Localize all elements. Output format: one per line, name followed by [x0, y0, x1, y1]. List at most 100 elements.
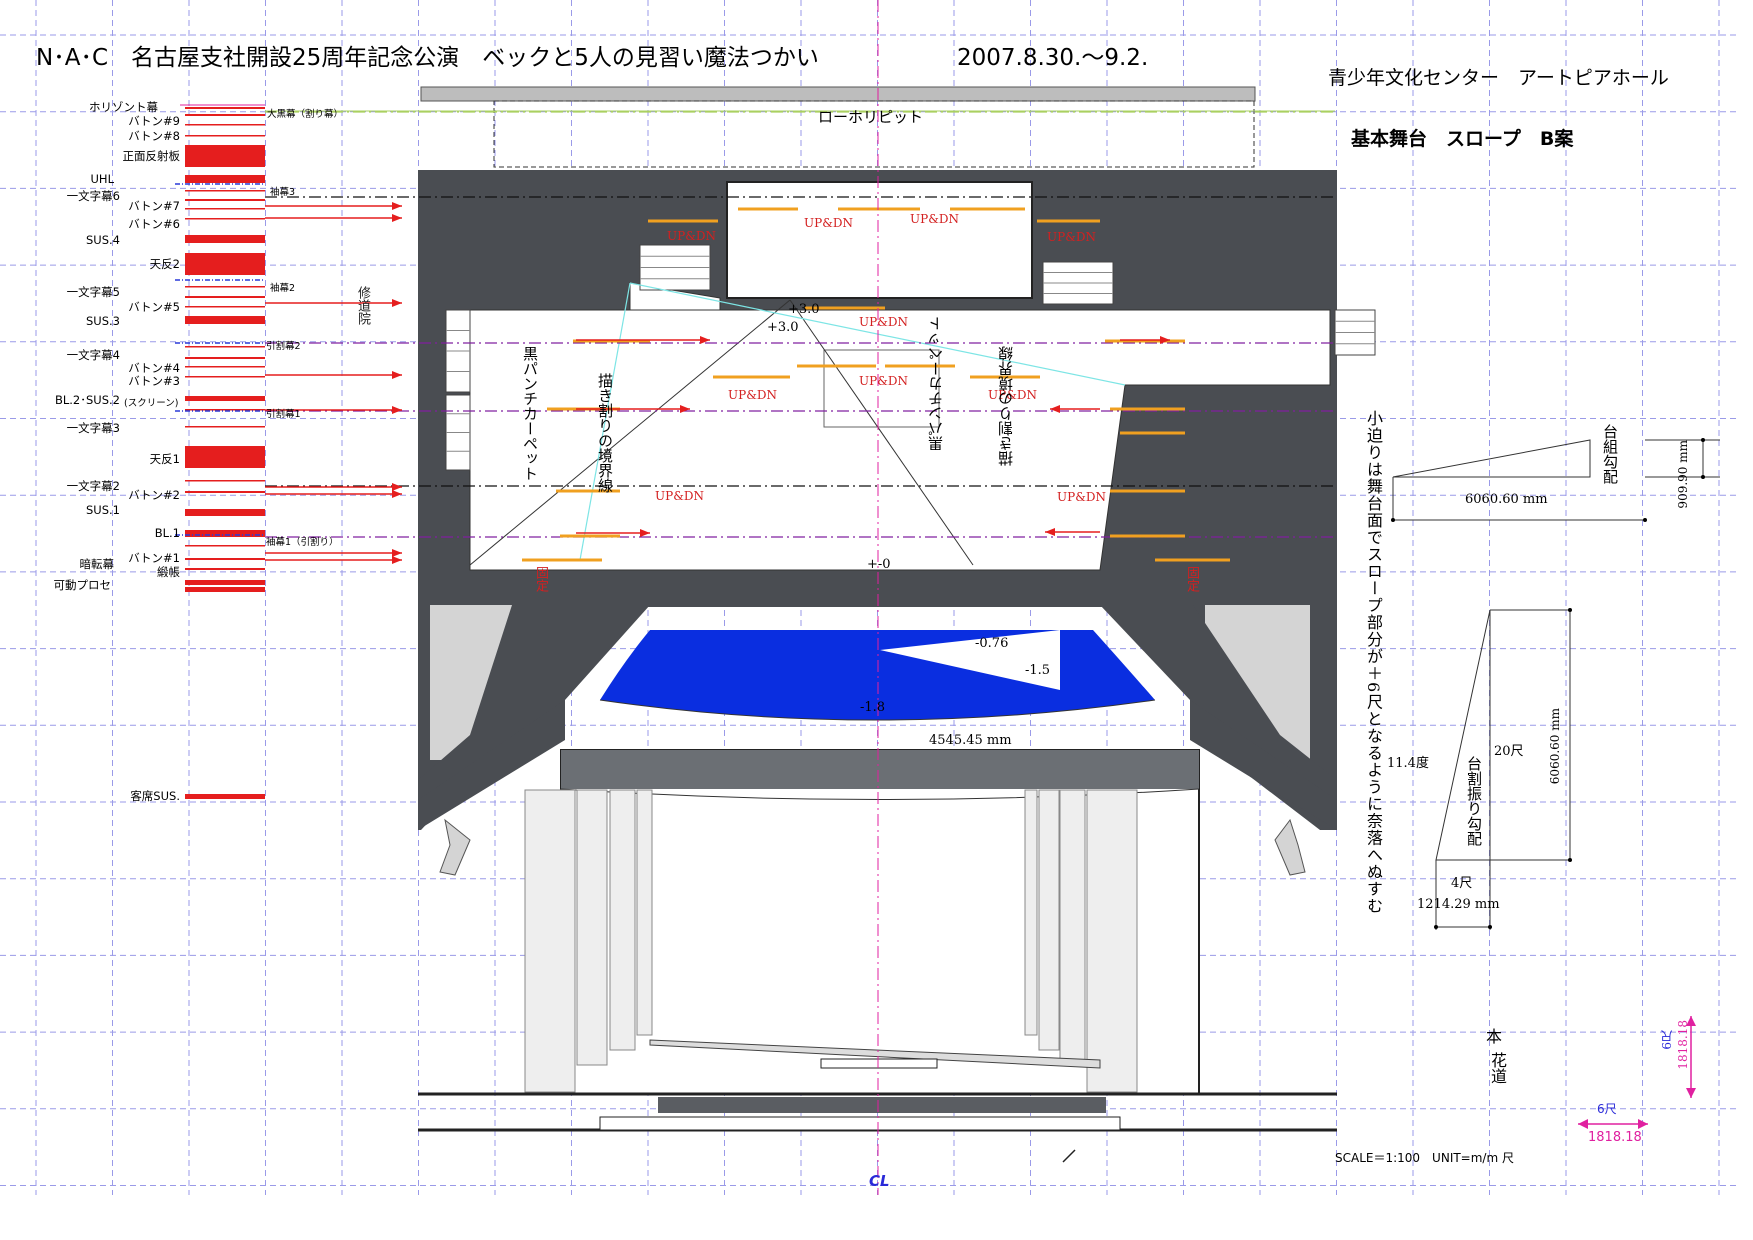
curtain-panel	[609, 789, 636, 1051]
red-arrow-head	[392, 299, 402, 307]
step-group	[1334, 309, 1376, 356]
fixed-left: 固定	[533, 566, 548, 592]
rig-bar	[185, 235, 265, 243]
curtain-panel	[524, 789, 576, 1093]
shaku20-label: 20尺	[1494, 744, 1524, 759]
rig-b6: バトン#6	[128, 217, 180, 231]
rig-b9-note: 大黒幕（割り幕）	[267, 109, 344, 120]
rig-b2: バトン#2	[128, 488, 180, 502]
black-carpet-left: 黒パンチカーペット	[521, 346, 539, 481]
scale-h-shaku: 6尺	[1597, 1102, 1617, 1116]
rig-tenhan2: 天反2	[149, 257, 180, 271]
updn-6: UP&DN	[728, 388, 777, 402]
rig-bar	[185, 545, 265, 547]
rig-sus3: SUS.3	[86, 314, 120, 328]
updn-9: UP&DN	[655, 489, 704, 503]
updn-5: UP&DN	[859, 315, 908, 329]
rear-wall	[420, 86, 1256, 102]
rig-bar	[185, 107, 265, 109]
shaku4-label: 4尺	[1451, 876, 1473, 891]
minus15: -1.5	[1025, 663, 1051, 678]
rig-sode2: 袖幕2	[270, 283, 296, 294]
rig-bar	[185, 175, 265, 183]
fixed-right: 固定	[1184, 566, 1199, 592]
zero-level: +-0	[867, 557, 891, 572]
updn-4: UP&DN	[1047, 230, 1096, 244]
plus3-b: +3.0	[767, 320, 799, 335]
paint-border-left: 描き割りの境界線	[596, 373, 614, 493]
rig-bar	[185, 316, 265, 324]
daigumi-diagram	[1391, 438, 1720, 522]
curtain-panel	[1024, 789, 1038, 1036]
minus076: -0.76	[975, 636, 1009, 651]
rig-bar	[185, 366, 265, 368]
right-foot	[1274, 818, 1306, 876]
rig-bl2: BL.2･SUS.2	[54, 393, 120, 407]
rig-ichi3: 一文字幕3	[66, 421, 120, 435]
bottom-band	[658, 1097, 1106, 1113]
red-arrow-head	[392, 490, 402, 498]
rig-kyaku: 客席SUS.	[130, 789, 180, 803]
rig-hikiwari2: 引割幕2	[266, 341, 301, 352]
rig-bar	[185, 580, 265, 585]
apron-width: 4545.45 mm	[929, 733, 1012, 748]
rig-bar	[185, 509, 265, 516]
black-carpet-right: 黒パンチカーペット	[927, 316, 945, 451]
plan-name: 基本舞台 スロープ B案	[1351, 128, 1574, 150]
rig-bar	[185, 480, 265, 482]
rig-bar	[185, 376, 265, 378]
scale-h-mm: 1818.18	[1588, 1130, 1642, 1145]
step-group	[445, 309, 471, 393]
rig-bar	[185, 568, 265, 570]
daigumi-height: 909.90 mm	[1676, 440, 1690, 509]
rig-b9: バトン#9	[128, 114, 180, 128]
rig-bar	[185, 135, 265, 137]
rig-bar	[185, 253, 265, 275]
red-arrow-head	[392, 483, 402, 491]
daiwari-short: 1214.29 mm	[1417, 897, 1500, 912]
centerline-label: CL	[869, 1172, 890, 1190]
rig-bar	[185, 145, 265, 167]
rig-bar	[185, 396, 265, 401]
rig-uhl: UHL	[90, 172, 114, 186]
rig-bar	[185, 190, 265, 192]
rig-bar	[185, 286, 265, 288]
rig-bar	[185, 306, 265, 308]
updn-2: UP&DN	[804, 216, 853, 230]
small-step	[820, 1058, 938, 1069]
bottom-step	[599, 1116, 1121, 1131]
rig-ichi4: 一文字幕4	[66, 348, 120, 362]
rig-prose: 可動プロセ	[53, 578, 112, 592]
red-arrow-head	[392, 202, 402, 210]
step-group	[445, 394, 471, 471]
curtain-panel	[576, 789, 608, 1066]
updn-3: UP&DN	[910, 212, 959, 226]
left-foot	[439, 818, 471, 876]
rig-hikiwari1: 引割幕1	[266, 409, 301, 420]
rig-ichi5: 一文字幕5	[66, 285, 120, 299]
curtain-panel	[636, 789, 653, 1036]
slope-note: 小迫りは舞台面でスロープ部分が＋6尺となるように奈落へぬすむ	[1364, 410, 1383, 915]
drawing-date: 2007.8.30.〜9.2.	[957, 45, 1149, 71]
rig-bl1: BL.1	[154, 526, 180, 540]
updn-10: UP&DN	[1057, 490, 1106, 504]
hon-label: 本	[1486, 1027, 1503, 1046]
rig-sus4: SUS.4	[86, 233, 120, 247]
rig-bar	[185, 114, 265, 116]
scale-v-mm: 1818.18	[1676, 1020, 1690, 1070]
daiwari-length: 6060.60 mm	[1548, 708, 1562, 785]
rig-b7: バトン#7	[128, 199, 180, 213]
apron-top-band	[561, 750, 1199, 789]
rig-ichi6: 一文字幕6	[66, 189, 120, 203]
rig-anten: 暗転幕	[79, 557, 115, 571]
daigumi-width: 6060.60 mm	[1465, 492, 1548, 507]
rig-bar	[185, 357, 265, 359]
daigumi-label: 台組勾配	[1601, 424, 1619, 484]
rig-bar	[185, 530, 265, 537]
rig-b5: バトン#5	[128, 300, 180, 314]
rig-bar	[185, 124, 265, 126]
rig-sus1: SUS.1	[86, 503, 120, 517]
rig-bar	[185, 446, 265, 468]
rig-reflector: 正面反射板	[122, 149, 181, 163]
rig-bar	[185, 558, 265, 560]
